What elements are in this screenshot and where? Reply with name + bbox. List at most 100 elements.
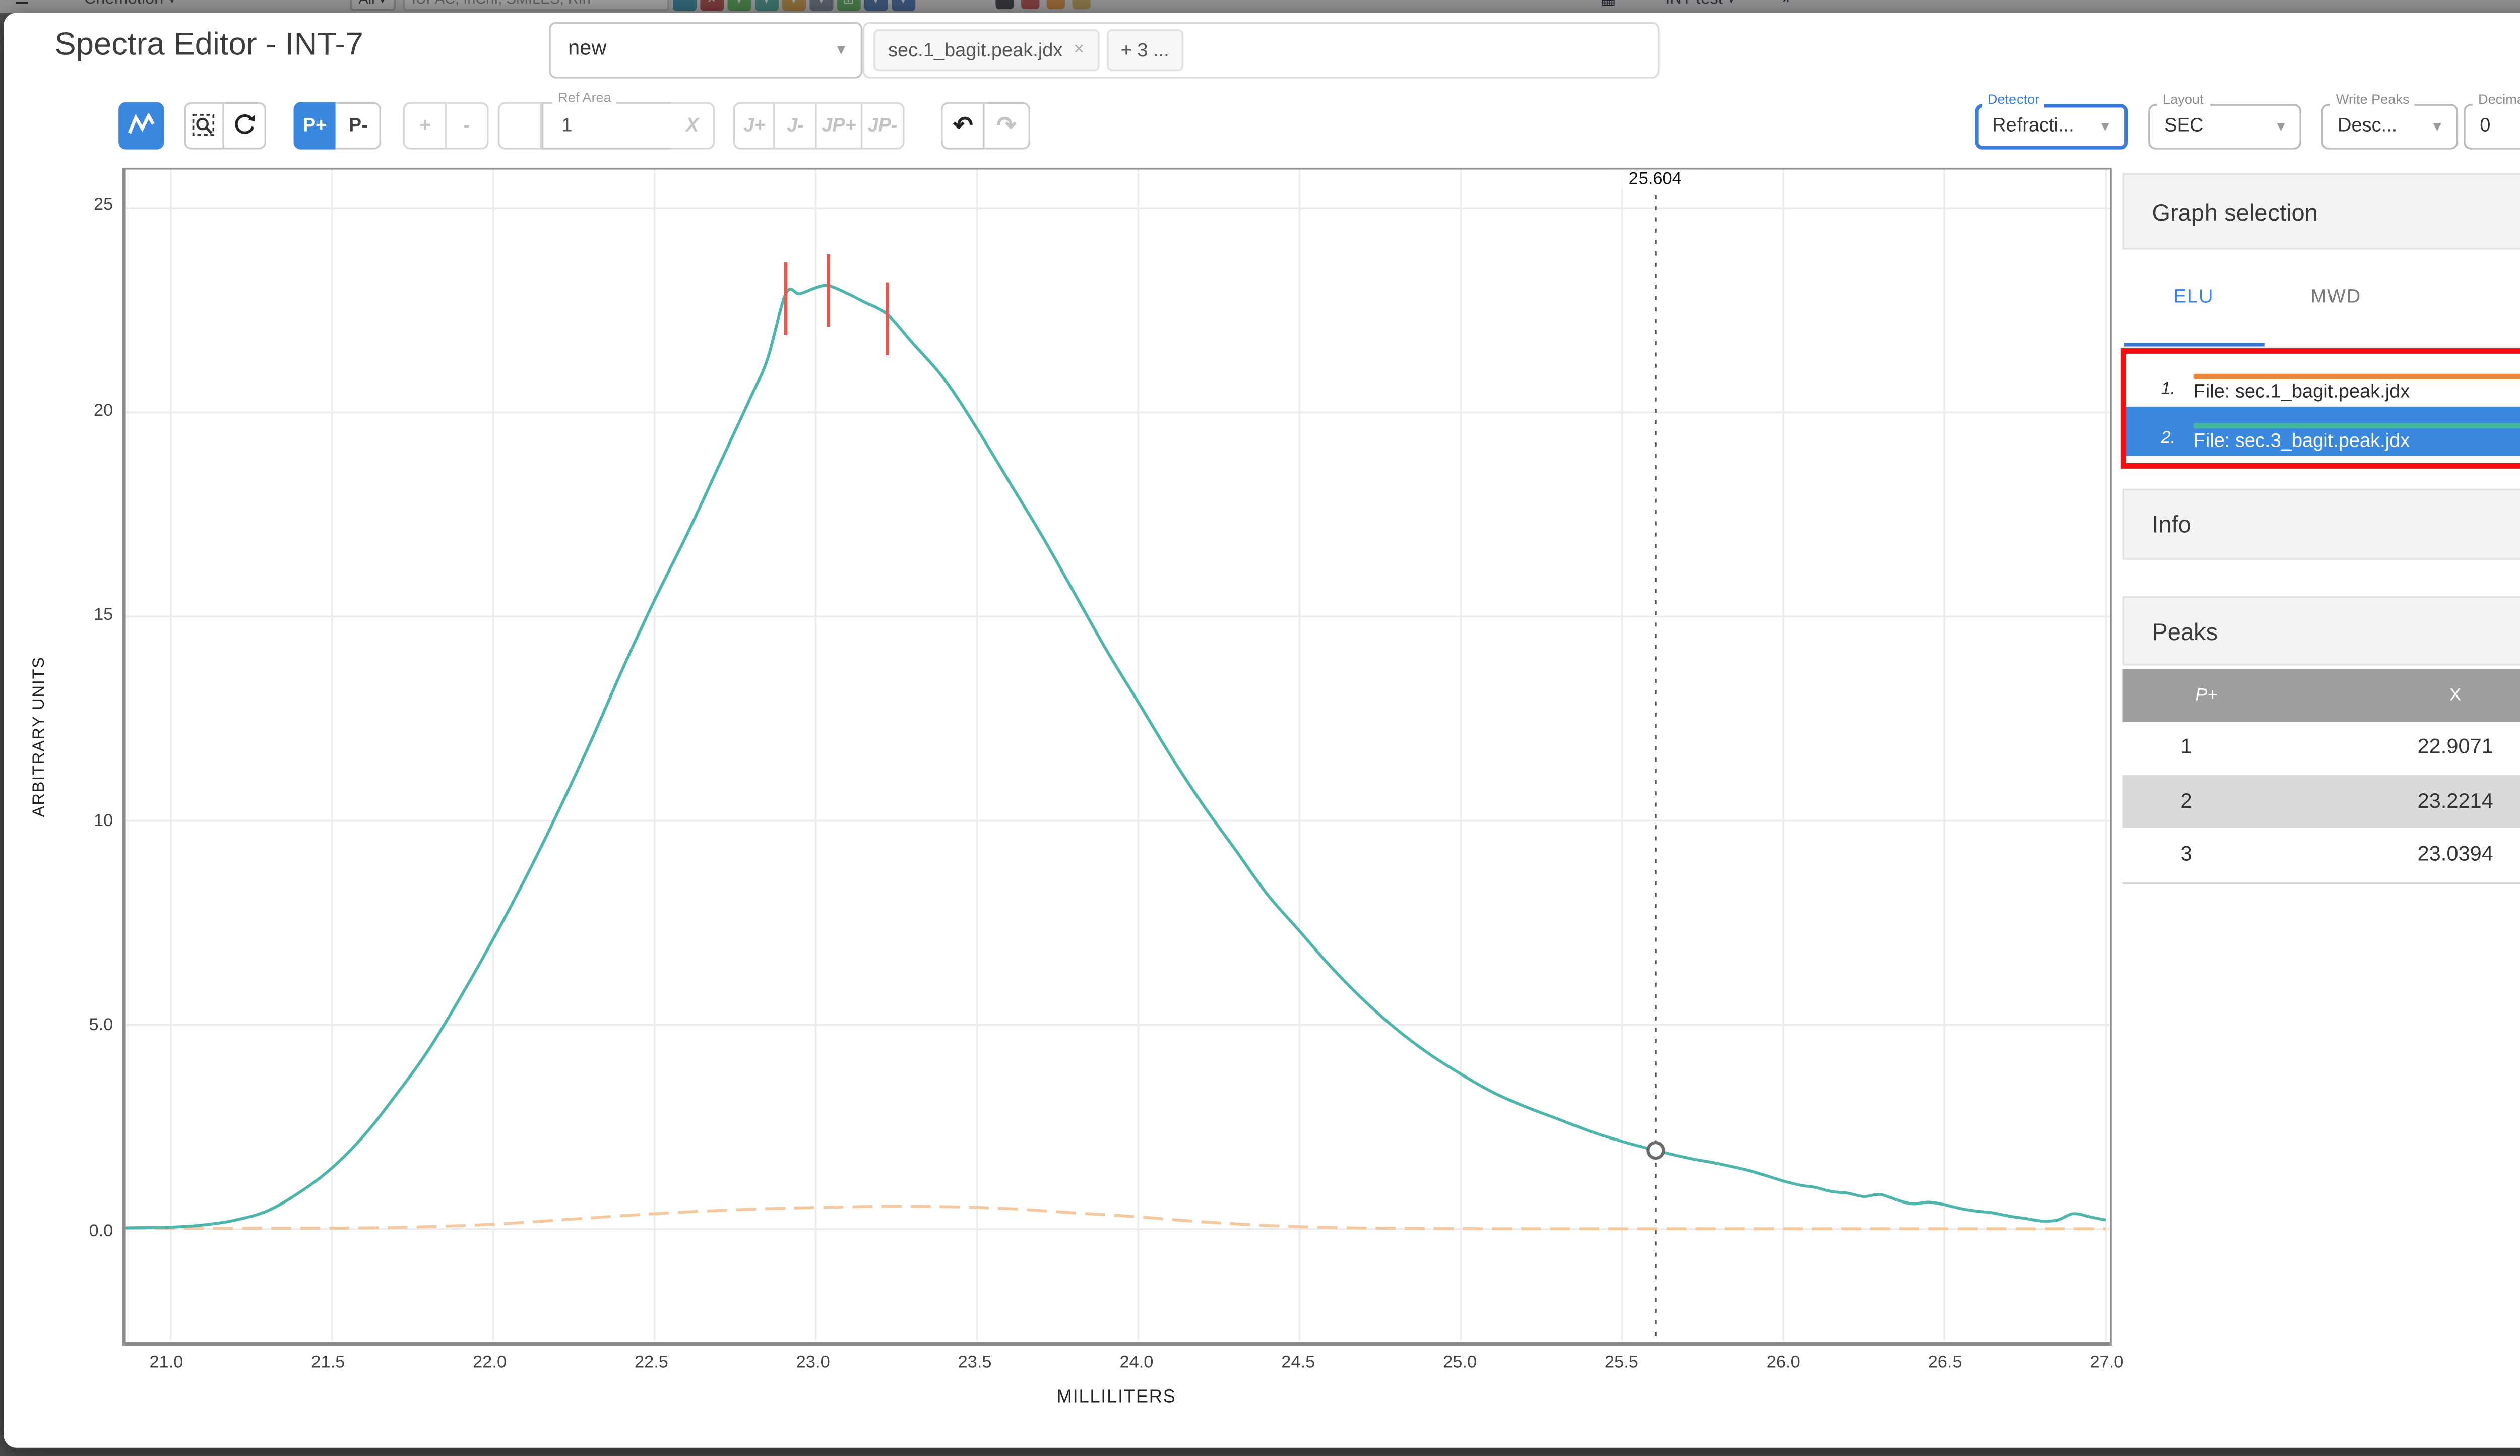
x-tick-label: 25.0 bbox=[1443, 1353, 1477, 1373]
dataset-select[interactable]: new ▾ bbox=[548, 21, 862, 78]
zoom-reset-button[interactable] bbox=[224, 102, 267, 149]
clear-label: X bbox=[685, 114, 699, 137]
redo-button[interactable]: ↷ bbox=[984, 102, 1031, 149]
dataset-select-value: new bbox=[568, 38, 607, 60]
peak-row[interactable]: 323.03942.31e+1× bbox=[2122, 829, 2520, 882]
write-peaks-select[interactable]: Desc... ▾ bbox=[2321, 104, 2458, 149]
file-label: File: sec.3_bagit.peak.jdx bbox=[2193, 430, 2410, 453]
peak-x-value: 23.0394 bbox=[2417, 844, 2493, 866]
j-plus-button[interactable]: J+ bbox=[733, 102, 776, 149]
minus-label: - bbox=[463, 114, 470, 137]
layout-value: SEC bbox=[2164, 115, 2204, 138]
cursor-point-marker bbox=[1645, 1141, 1664, 1160]
graph-file-item[interactable]: 2. File: sec.3_bagit.peak.jdx bbox=[2122, 406, 2520, 455]
spectrum-plot[interactable] bbox=[121, 167, 2112, 1345]
plus-label: + bbox=[419, 114, 430, 137]
col-x: X bbox=[2449, 685, 2462, 705]
x-tick-label: 21.0 bbox=[149, 1353, 183, 1373]
x-axis-label: MILLILITERS bbox=[1056, 1387, 1176, 1408]
peak-index: 3 bbox=[2180, 844, 2192, 866]
zoom-select-button[interactable] bbox=[183, 102, 225, 149]
info-title: Info bbox=[2152, 511, 2191, 538]
chevron-down-icon: ▾ bbox=[837, 39, 845, 57]
spectrum-chart bbox=[124, 169, 2110, 1342]
undo-button[interactable]: ↶ bbox=[941, 102, 985, 149]
clear-multiplicity-button[interactable]: X bbox=[671, 102, 716, 149]
series-color-line bbox=[2193, 423, 2520, 428]
write-peaks-label: Write Peaks bbox=[2330, 91, 2415, 108]
decimal-label: Decimal bbox=[2473, 91, 2520, 108]
peak-x-value: 23.2214 bbox=[2417, 791, 2493, 813]
y-tick-label: 20 bbox=[94, 401, 113, 421]
peak-x-value: 22.9071 bbox=[2417, 737, 2493, 759]
y-tick-label: 15 bbox=[94, 606, 113, 626]
multiplicity-minus-button[interactable]: - bbox=[446, 102, 489, 149]
peak-add-label: P+ bbox=[302, 114, 327, 137]
jp-plus-button[interactable]: JP+ bbox=[817, 102, 862, 149]
peak-row[interactable]: 223.22142.24e+1× bbox=[2122, 775, 2520, 829]
detector-select[interactable]: Refracti... ▾ bbox=[1974, 104, 2128, 149]
graph-selection-header[interactable]: Graph selection ∧ bbox=[2122, 173, 2520, 250]
file-chips-input[interactable]: sec.1_bagit.peak.jdx × + 3 ... bbox=[862, 22, 1660, 79]
col-peak: P+ bbox=[2195, 685, 2218, 705]
background-navbar: ☰ Chemotion ▾ All ▾ IUPAC, InChI, SMILES… bbox=[0, 0, 2520, 13]
spectrum-line-button[interactable] bbox=[119, 102, 165, 149]
jp-plus-label: JP+ bbox=[822, 114, 856, 137]
peak-row[interactable]: 122.90712.29e+1× bbox=[2122, 722, 2520, 775]
multiplicity-plus-button[interactable]: + bbox=[403, 102, 447, 149]
x-tick-label: 22.0 bbox=[473, 1353, 507, 1373]
write-peaks-value: Desc... bbox=[2338, 115, 2398, 138]
j-plus-label: J+ bbox=[743, 114, 766, 137]
more-files-chip[interactable]: + 3 ... bbox=[1106, 29, 1184, 72]
j-minus-button[interactable]: J- bbox=[775, 102, 817, 149]
x-tick-label: 21.5 bbox=[311, 1353, 345, 1373]
peak-remove-button[interactable]: P- bbox=[336, 102, 382, 149]
undo-icon: ↶ bbox=[953, 110, 973, 139]
chevron-down-icon: ▾ bbox=[2277, 116, 2285, 135]
ref-area-label: Ref Area bbox=[552, 88, 617, 105]
ref-area-field[interactable] bbox=[541, 102, 675, 149]
screen: ☰ Chemotion ▾ All ▾ IUPAC, InChI, SMILES… bbox=[0, 0, 2520, 1456]
detector-value: Refracti... bbox=[1992, 115, 2074, 138]
detector-label: Detector bbox=[1982, 91, 2045, 108]
x-tick-label: 26.0 bbox=[1766, 1353, 1800, 1373]
ref-area-input[interactable] bbox=[558, 113, 675, 139]
tab-elu[interactable]: ELU bbox=[2122, 250, 2264, 346]
peak-remove-label: P- bbox=[348, 114, 368, 137]
zoom-area-icon bbox=[192, 113, 214, 136]
chip-remove-icon[interactable]: × bbox=[1074, 40, 1084, 60]
threshold-value-label: 25.604 bbox=[1615, 169, 1695, 190]
layout-select[interactable]: SEC ▾ bbox=[2148, 104, 2302, 149]
active-tab-indicator bbox=[2123, 343, 2265, 347]
zigzag-line-icon bbox=[129, 113, 156, 135]
tab-mwd[interactable]: MWD bbox=[2265, 250, 2407, 346]
spacer-button[interactable] bbox=[498, 102, 542, 149]
x-tick-label: 27.0 bbox=[2090, 1353, 2124, 1373]
y-tick-label: 5.0 bbox=[89, 1016, 113, 1037]
y-axis-label: ARBITRARY UNITS bbox=[29, 656, 48, 817]
file-chip[interactable]: sec.1_bagit.peak.jdx × bbox=[873, 29, 1099, 72]
graph-file-item[interactable]: 1. File: sec.1_bagit.peak.jdx bbox=[2122, 356, 2520, 406]
chevron-down-icon: ▾ bbox=[2101, 116, 2110, 135]
more-files-label: + 3 ... bbox=[1120, 39, 1169, 61]
x-tick-label: 23.5 bbox=[958, 1353, 992, 1373]
x-tick-label: 23.0 bbox=[796, 1353, 830, 1373]
file-index: 1. bbox=[2161, 378, 2176, 399]
info-header[interactable]: Info ∨ bbox=[2122, 488, 2520, 560]
peaks-header[interactable]: Peaks ∧ bbox=[2122, 596, 2520, 666]
peaks-table-header: P+XY- bbox=[2122, 668, 2520, 722]
decimal-select[interactable]: 0 ▾ bbox=[2463, 104, 2520, 149]
graph-selection-title: Graph selection bbox=[2152, 198, 2318, 225]
peaks-title: Peaks bbox=[2152, 617, 2218, 645]
page-title: Spectra Editor - INT-7 bbox=[54, 25, 363, 62]
series-elution-curve bbox=[124, 284, 2105, 1230]
x-tick-label: 22.5 bbox=[634, 1353, 668, 1373]
jp-minus-label: JP- bbox=[867, 114, 898, 137]
jp-minus-button[interactable]: JP- bbox=[862, 102, 905, 149]
reset-zoom-icon bbox=[234, 114, 254, 135]
x-tick-label: 25.5 bbox=[1604, 1353, 1639, 1373]
series-integration-baseline bbox=[124, 1205, 2105, 1231]
peak-add-button[interactable]: P+ bbox=[293, 102, 337, 149]
series-color-line bbox=[2193, 373, 2520, 379]
file-label: File: sec.1_bagit.peak.jdx bbox=[2193, 381, 2410, 403]
